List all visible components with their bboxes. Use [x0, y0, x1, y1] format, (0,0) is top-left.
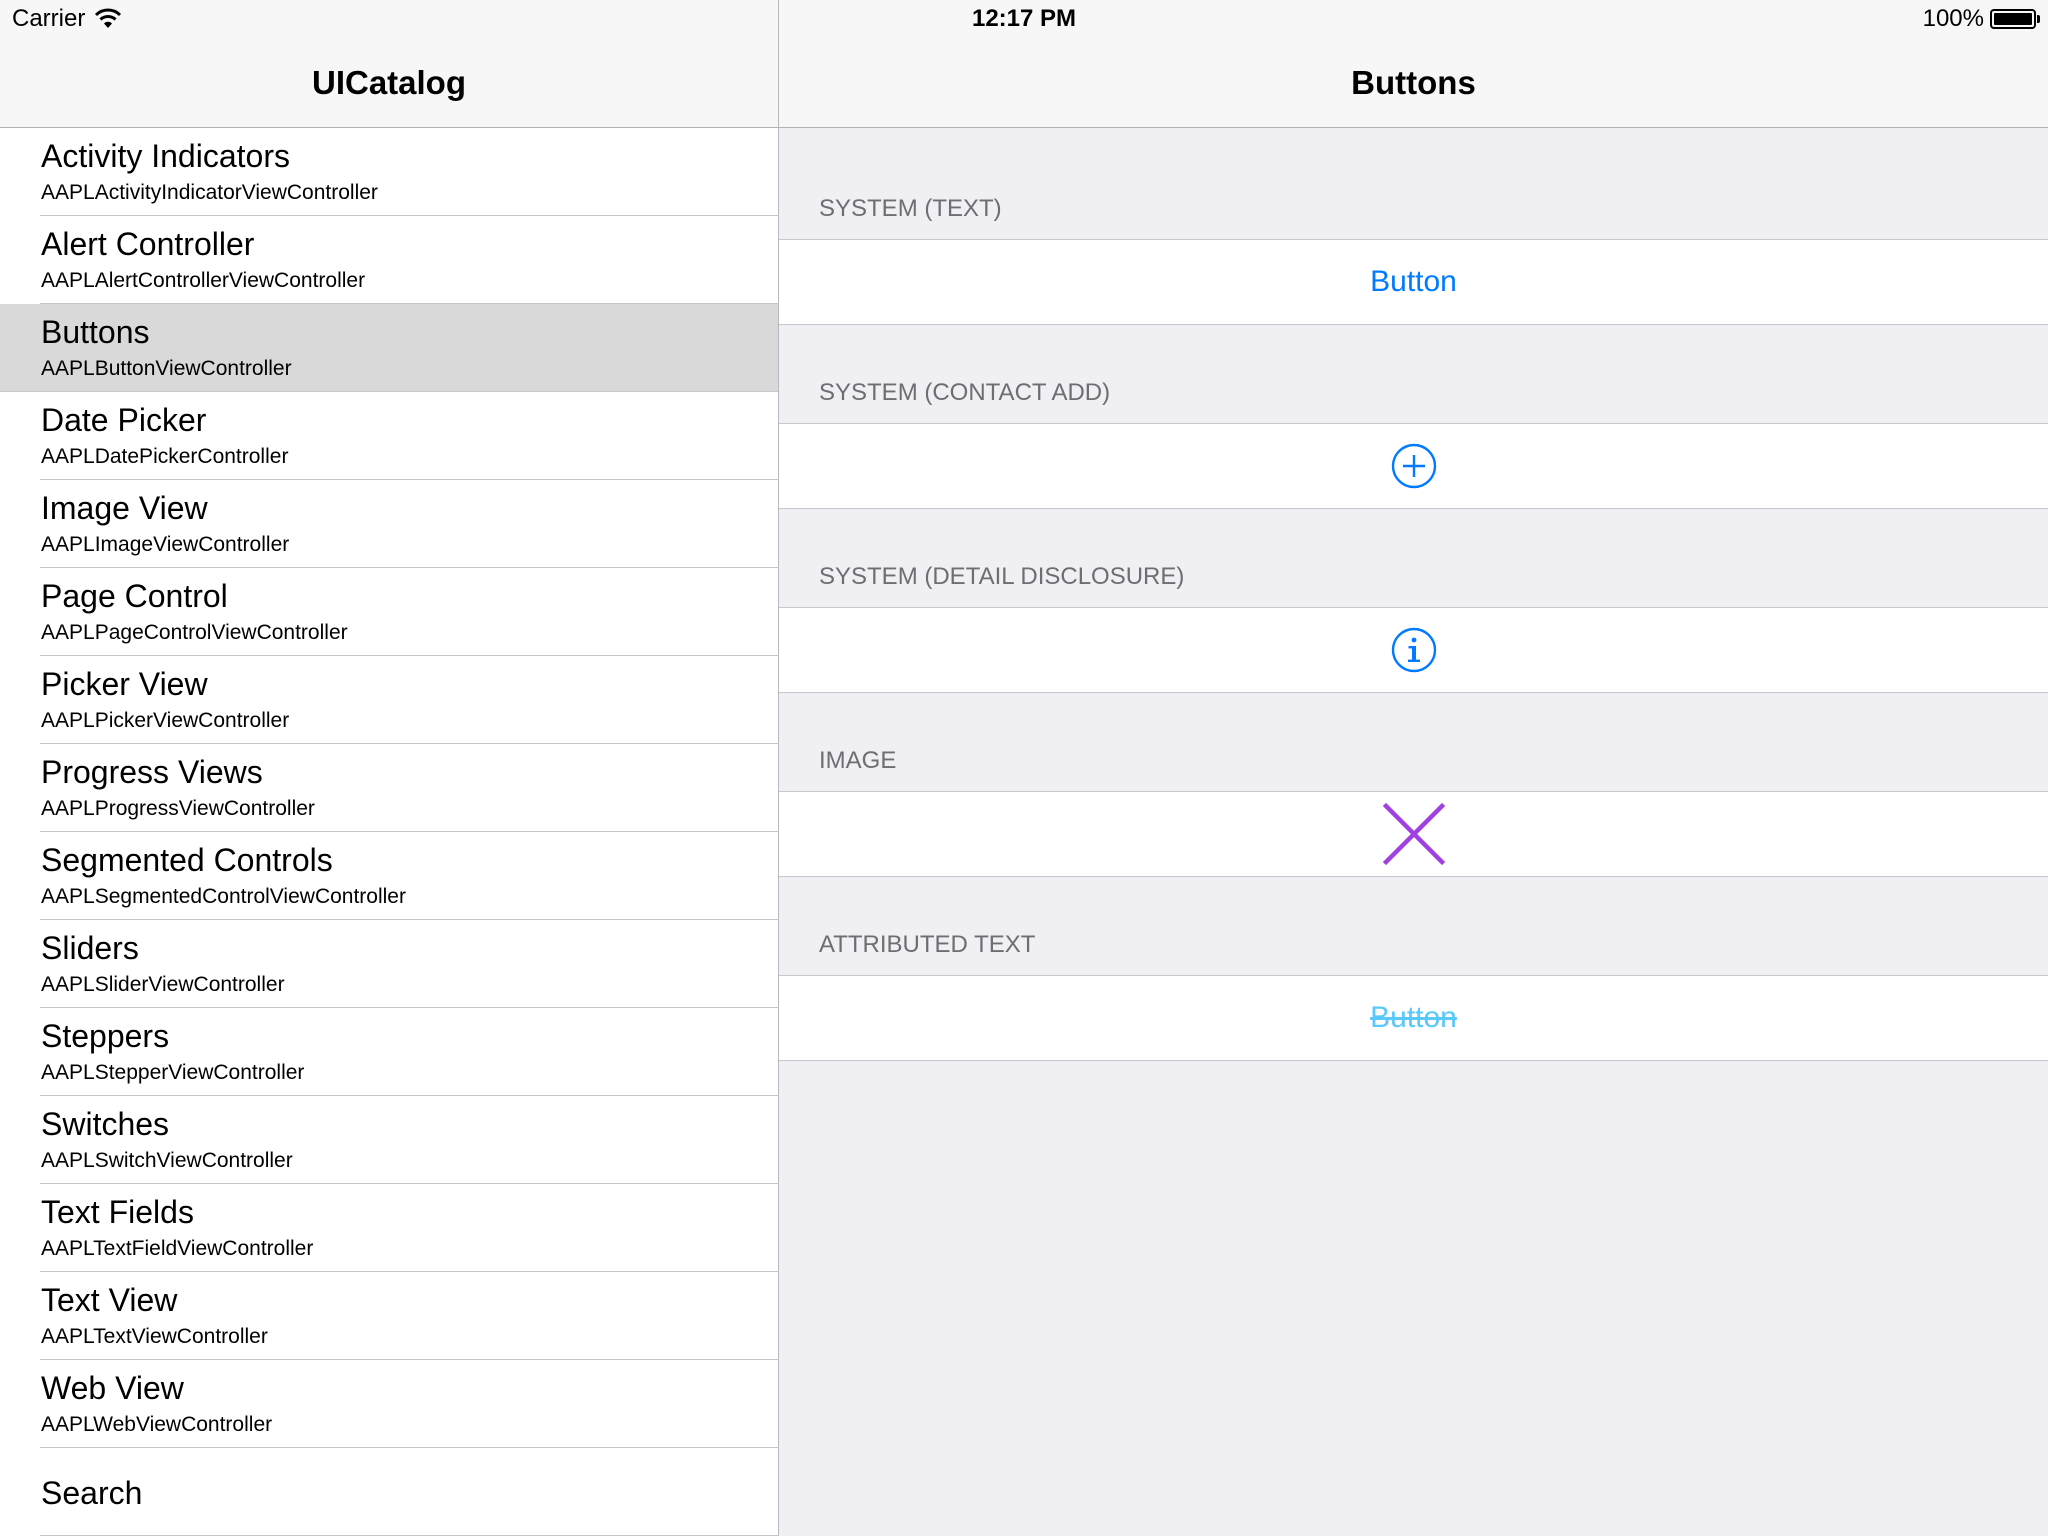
list-item-search[interactable]: Search — [0, 1448, 778, 1536]
list-item-switches[interactable]: Switches AAPLSwitchViewController — [0, 1096, 778, 1184]
section-row-contact-add — [779, 423, 2048, 509]
list-item-subtitle: AAPLWebViewController — [41, 1413, 273, 1436]
battery-percent: 100% — [1922, 5, 1984, 32]
list-item-subtitle: AAPLTextViewController — [41, 1325, 268, 1348]
ipad-screen: UICatalog Activity Indicators AAPLActivi… — [0, 0, 2048, 1536]
section-header-system-text: SYSTEM (TEXT) — [819, 195, 1002, 222]
list-item-alert-controller[interactable]: Alert Controller AAPLAlertControllerView… — [0, 216, 778, 304]
attributed-text-button[interactable]: Button — [1370, 1001, 1457, 1035]
list-item-subtitle: AAPLDatePickerController — [41, 445, 289, 468]
list-item-subtitle: AAPLSegmentedControlViewController — [41, 885, 406, 908]
list-item-subtitle: AAPLProgressViewController — [41, 797, 315, 820]
list-item-title: Steppers — [41, 1018, 170, 1054]
list-item-subtitle: AAPLStepperViewController — [41, 1061, 305, 1084]
list-item-title: Web View — [41, 1370, 184, 1406]
list-item-subtitle: AAPLActivityIndicatorViewController — [41, 181, 378, 204]
list-item-web-view[interactable]: Web View AAPLWebViewController — [0, 1360, 778, 1448]
list-item-picker-view[interactable]: Picker View AAPLPickerViewController — [0, 656, 778, 744]
status-time: 12:17 PM — [971, 5, 1077, 32]
section-row-system-text: Button — [779, 239, 2048, 325]
list-item-subtitle: AAPLAlertControllerViewController — [41, 269, 366, 292]
list-item-subtitle: AAPLImageViewController — [41, 533, 290, 556]
detail-pane: Buttons SYSTEM (TEXT) Button SYSTEM (CON… — [779, 0, 2048, 1536]
section-header-contact-add: SYSTEM (CONTACT ADD) — [819, 379, 1111, 406]
section-header-image: IMAGE — [819, 747, 897, 774]
list-item-subtitle: AAPLSliderViewController — [41, 973, 285, 996]
list-item-title: Switches — [41, 1106, 170, 1142]
detail-nav-title: Buttons — [1351, 64, 1476, 101]
list-item-title: Segmented Controls — [41, 842, 333, 878]
list-item-image-view[interactable]: Image View AAPLImageViewController — [0, 480, 778, 568]
list-item-text-fields[interactable]: Text Fields AAPLTextFieldViewController — [0, 1184, 778, 1272]
system-text-button[interactable]: Button — [1370, 265, 1457, 299]
list-item-date-picker[interactable]: Date Picker AAPLDatePickerController — [0, 392, 778, 480]
list-item-title: Picker View — [41, 666, 208, 702]
list-item-sliders[interactable]: Sliders AAPLSliderViewController — [0, 920, 778, 1008]
x-icon[interactable] — [1382, 802, 1446, 866]
list-item-title: Page Control — [41, 578, 228, 614]
list-item-title: Search — [41, 1475, 143, 1511]
plus-circle-icon[interactable] — [1390, 442, 1438, 490]
master-nav-title: UICatalog — [311, 64, 466, 101]
list-item-page-control[interactable]: Page Control AAPLPageControlViewControll… — [0, 568, 778, 656]
section-row-image — [779, 791, 2048, 877]
master-pane: UICatalog Activity Indicators AAPLActivi… — [0, 0, 779, 1536]
list-item-title: Progress Views — [41, 754, 263, 790]
list-item-title: Image View — [41, 490, 208, 526]
list-item-title: Date Picker — [41, 402, 207, 438]
section-header-detail-disclosure: SYSTEM (DETAIL DISCLOSURE) — [819, 563, 1185, 590]
list-item-title: Text View — [41, 1282, 178, 1318]
list-item-title: Buttons — [41, 314, 150, 350]
section-row-attributed-text: Button — [779, 975, 2048, 1061]
battery-level-fill — [1994, 13, 2032, 25]
list-item-title: Text Fields — [41, 1194, 194, 1230]
list-item-subtitle: AAPLButtonViewController — [41, 357, 292, 380]
catalog-list: Activity Indicators AAPLActivityIndicato… — [0, 128, 778, 1536]
list-item-title: Sliders — [41, 930, 139, 966]
list-item-buttons[interactable]: Buttons AAPLButtonViewController — [0, 304, 778, 392]
section-row-detail-disclosure — [779, 607, 2048, 693]
info-circle-icon[interactable] — [1390, 626, 1438, 674]
list-item-subtitle: AAPLPageControlViewController — [41, 621, 348, 644]
list-item-title: Alert Controller — [41, 226, 255, 262]
section-header-attributed-text: ATTRIBUTED TEXT — [819, 931, 1036, 958]
battery-icon — [1990, 9, 2040, 29]
list-item-subtitle: AAPLTextFieldViewController — [41, 1237, 314, 1260]
list-item-progress-views[interactable]: Progress Views AAPLProgressViewControlle… — [0, 744, 778, 832]
status-bar: Carrier 12:17 PM 100% — [0, 0, 2048, 40]
list-item-segmented-controls[interactable]: Segmented Controls AAPLSegmentedControlV… — [0, 832, 778, 920]
list-item-title: Activity Indicators — [41, 138, 290, 174]
list-item-steppers[interactable]: Steppers AAPLStepperViewController — [0, 1008, 778, 1096]
list-item-activity-indicators[interactable]: Activity Indicators AAPLActivityIndicato… — [0, 128, 778, 216]
list-item-subtitle: AAPLPickerViewController — [41, 709, 290, 732]
list-item-subtitle: AAPLSwitchViewController — [41, 1149, 293, 1172]
list-item-text-view[interactable]: Text View AAPLTextViewController — [0, 1272, 778, 1360]
